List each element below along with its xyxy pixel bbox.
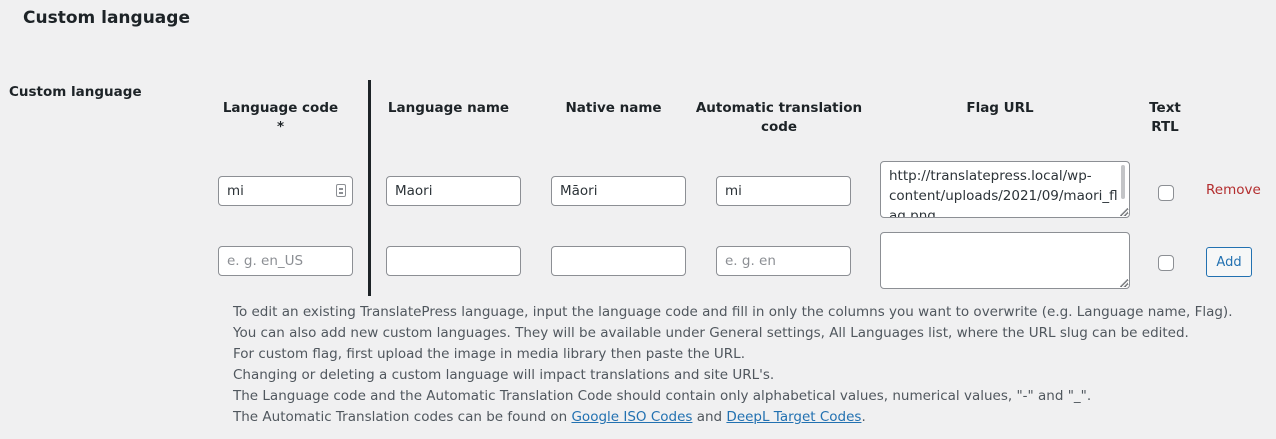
description: To edit an existing TranslatePress langu… [233, 302, 1233, 428]
header-auto-translation-code-line1: Automatic translation [695, 100, 863, 116]
new-auto-translation-code-input[interactable] [716, 246, 851, 276]
description-line-3: For custom flag, first upload the image … [233, 346, 745, 362]
column-divider [368, 80, 371, 296]
new-rtl-checkbox[interactable] [1158, 255, 1174, 271]
header-language-code: Language code * [222, 100, 339, 135]
page-title: Custom language [23, 8, 190, 28]
native-name-input[interactable] [551, 176, 686, 206]
new-language-name-input[interactable] [386, 246, 521, 276]
textarea-scrollbar[interactable] [1121, 165, 1125, 199]
description-line-4: Changing or deleting a custom language w… [233, 367, 775, 383]
header-auto-translation-code-line2: code [760, 119, 798, 135]
auto-translation-code-input[interactable] [716, 176, 851, 206]
section-label: Custom language [9, 84, 142, 100]
header-text-rtl-line1: Text [1149, 100, 1181, 116]
description-line-2: You can also add new custom languages. T… [233, 325, 1189, 341]
description-line-5: The Language code and the Automatic Tran… [233, 388, 1092, 404]
google-iso-codes-link[interactable]: Google ISO Codes [571, 409, 692, 425]
header-native-name: Native name [565, 100, 662, 116]
description-line-6-prefix: The Automatic Translation codes can be f… [233, 409, 572, 425]
remove-language-link[interactable]: Remove [1206, 182, 1261, 198]
header-text-rtl-line2: RTL [1151, 119, 1179, 135]
autofill-icon[interactable] [336, 184, 346, 197]
new-native-name-input[interactable] [551, 246, 686, 276]
header-auto-translation-code: Automatic translation code [694, 99, 864, 137]
add-language-button[interactable]: Add [1206, 247, 1252, 277]
language-code-input[interactable] [218, 176, 353, 206]
resize-handle-icon[interactable] [1120, 208, 1128, 216]
new-resize-handle-icon[interactable] [1120, 279, 1128, 287]
description-line-6-suffix: . [861, 409, 866, 425]
description-line-1: To edit an existing TranslatePress langu… [233, 304, 1233, 320]
header-text-rtl: Text RTL [1140, 99, 1190, 137]
rtl-checkbox[interactable] [1158, 185, 1174, 201]
header-language-name: Language name [387, 100, 510, 116]
deepl-target-codes-link[interactable]: DeepL Target Codes [726, 409, 861, 425]
language-name-input[interactable] [386, 176, 521, 206]
new-language-code-input[interactable] [218, 246, 353, 276]
description-line-6: The Automatic Translation codes can be f… [233, 407, 1233, 428]
description-line-6-mid: and [692, 409, 727, 425]
flag-url-textarea[interactable]: http://translatepress.local/wp-content/u… [880, 161, 1130, 218]
header-flag-url: Flag URL [966, 100, 1034, 116]
new-flag-url-textarea[interactable] [880, 232, 1130, 289]
